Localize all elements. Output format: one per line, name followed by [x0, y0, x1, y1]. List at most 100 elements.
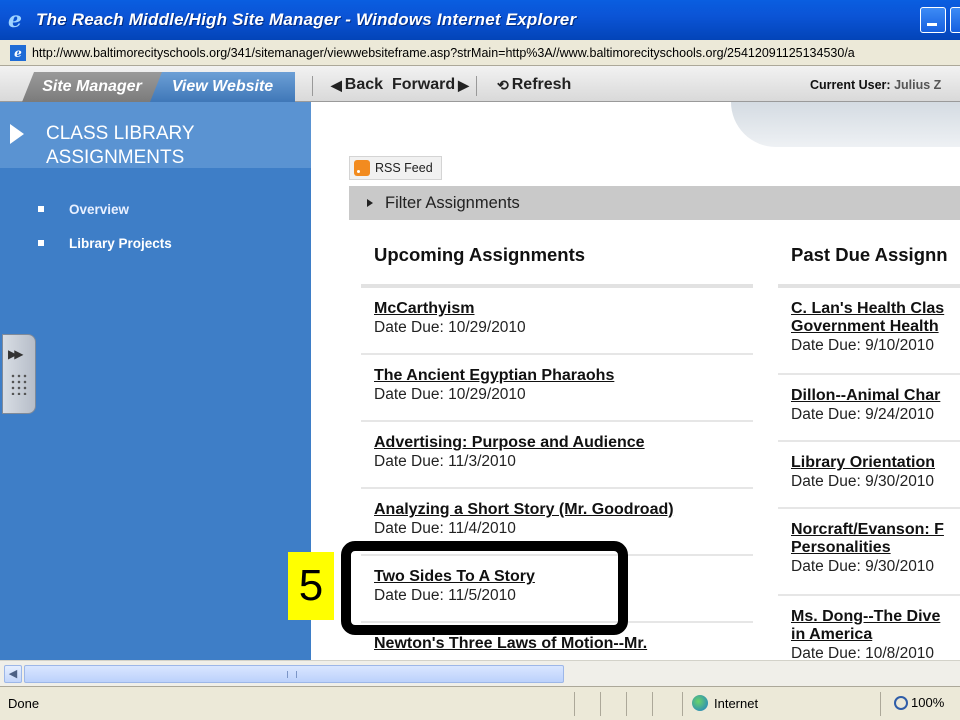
status-text: Done — [8, 696, 40, 711]
horizontal-scrollbar[interactable]: ◀ — [0, 660, 960, 686]
list-item: Norcraft/Evanson: F Personalities Date D… — [791, 521, 944, 576]
play-arrow-icon — [10, 124, 24, 144]
rss-icon — [354, 160, 370, 176]
assignment-link[interactable]: Dillon--Animal Char — [791, 387, 940, 405]
list-item: Analyzing a Short Story (Mr. Goodroad) D… — [374, 501, 674, 538]
status-bar: Done Internet 100% — [0, 686, 960, 720]
toolbar-divider — [312, 76, 313, 96]
address-bar[interactable]: e http://www.baltimorecityschools.org/34… — [0, 40, 960, 66]
status-divider — [682, 692, 683, 716]
list-divider — [778, 440, 960, 442]
forward-button[interactable]: Forward ▶ — [392, 74, 472, 96]
status-divider — [626, 692, 627, 716]
tab-site-manager-label: Site Manager — [42, 78, 142, 95]
assignment-link[interactable]: Advertising: Purpose and Audience — [374, 434, 645, 452]
tab-view-website[interactable]: View Website — [150, 72, 295, 102]
page-icon: e — [10, 44, 26, 61]
filter-assignments-label: Filter Assignments — [385, 193, 520, 212]
refresh-button[interactable]: ⟲ Refresh — [494, 74, 571, 96]
site-manager-toolbar: Site Manager View Website ◀ Back Forward ▶… — [0, 66, 960, 102]
assignment-link[interactable]: The Ancient Egyptian Pharaohs — [374, 367, 614, 385]
security-zone: Internet — [692, 695, 758, 711]
list-item: C. Lan's Health Clas Government Health D… — [791, 300, 944, 355]
maximize-button[interactable] — [950, 7, 960, 33]
sidebar-title: CLASS LIBRARY ASSIGNMENTS — [46, 123, 195, 168]
assignment-due-date: Date Due: 11/3/2010 — [374, 453, 516, 470]
list-item: McCarthyism Date Due: 10/29/2010 — [374, 300, 526, 337]
scroll-left-icon[interactable]: ◀ — [4, 665, 22, 683]
list-item: Dillon--Animal Char Date Due: 9/24/2010 — [791, 387, 940, 424]
minimize-button[interactable] — [920, 7, 946, 33]
scrollbar-thumb[interactable] — [24, 665, 564, 683]
list-divider — [361, 420, 753, 422]
url-field[interactable]: http://www.baltimorecityschools.org/341/… — [32, 46, 960, 60]
sidebar-item-library-projects[interactable]: Library Projects — [38, 226, 172, 260]
toolbar-divider — [476, 76, 477, 96]
sidebar-header: CLASS LIBRARY ASSIGNMENTS — [0, 102, 311, 168]
assignment-due-date: Date Due: 11/4/2010 — [374, 520, 516, 537]
grip-icon — [287, 671, 297, 678]
refresh-label: Refresh — [511, 76, 572, 93]
current-user-name: Julius Z — [894, 78, 942, 92]
sidebar: CLASS LIBRARY ASSIGNMENTS Overview Libra… — [0, 102, 311, 660]
double-arrow-icon: ▶▶ — [8, 347, 24, 361]
expand-arrow-icon — [367, 199, 373, 207]
status-divider — [652, 692, 653, 716]
assignment-link[interactable]: Newton's Three Laws of Motion--Mr. — [374, 635, 647, 653]
list-divider — [778, 373, 960, 375]
assignment-due-date: Date Due: 10/29/2010 — [374, 386, 526, 403]
assignment-link[interactable]: McCarthyism — [374, 300, 526, 318]
zoom-icon — [894, 695, 908, 710]
assignment-link[interactable]: Norcraft/Evanson: F — [791, 521, 944, 539]
tab-site-manager[interactable]: Site Manager — [22, 72, 162, 102]
back-label: Back — [344, 76, 384, 93]
assignment-link-cont[interactable]: Personalities — [791, 539, 944, 557]
grip-icon — [10, 373, 28, 395]
assignment-due-date: Date Due: 9/30/2010 — [791, 473, 935, 490]
list-item: Ms. Dong--The Dive in America Date Due: … — [791, 608, 940, 660]
rss-feed-button[interactable]: RSS Feed — [349, 156, 442, 180]
forward-label: Forward — [392, 76, 456, 93]
assignment-link[interactable]: Library Orientation — [791, 454, 935, 472]
assignment-due-date: Date Due: 10/8/2010 — [791, 645, 935, 660]
back-button[interactable]: ◀ Back — [328, 74, 383, 96]
status-divider — [880, 692, 881, 716]
zoom-control[interactable]: 100% — [894, 695, 944, 710]
upcoming-heading: Upcoming Assignments — [374, 244, 586, 265]
list-divider — [361, 353, 753, 355]
step-number-badge: 5 — [288, 552, 334, 620]
assignment-link[interactable]: Ms. Dong--The Dive — [791, 608, 940, 626]
window-title-bar: e The Reach Middle/High Site Manager - W… — [0, 0, 960, 40]
rss-feed-label: RSS Feed — [375, 161, 433, 175]
refresh-icon: ⟲ — [497, 76, 509, 93]
window-title: The Reach Middle/High Site Manager - Win… — [36, 10, 577, 29]
assignment-link-cont[interactable]: in America — [791, 626, 940, 644]
assignment-due-date: Date Due: 9/10/2010 — [791, 337, 935, 354]
list-item: The Ancient Egyptian Pharaohs Date Due: … — [374, 367, 614, 404]
filter-assignments-toggle[interactable]: Filter Assignments — [349, 186, 960, 220]
assignment-link[interactable]: Analyzing a Short Story (Mr. Goodroad) — [374, 501, 674, 519]
assignment-link[interactable]: C. Lan's Health Clas — [791, 300, 944, 318]
globe-icon — [692, 695, 708, 711]
list-item: Advertising: Purpose and Audience Date D… — [374, 434, 645, 471]
upcoming-rule — [361, 284, 753, 288]
current-user: Current User: Julius Z — [810, 78, 941, 92]
sidebar-collapse-handle[interactable]: ▶▶ — [2, 334, 36, 414]
list-divider — [778, 507, 960, 509]
list-item: Newton's Three Laws of Motion--Mr. — [374, 635, 647, 654]
status-divider — [574, 692, 575, 716]
status-divider — [600, 692, 601, 716]
highlight-callout — [341, 541, 628, 635]
sidebar-item-overview[interactable]: Overview — [38, 192, 172, 226]
assignment-link-cont[interactable]: Government Health — [791, 318, 944, 336]
internet-explorer-icon: e — [8, 7, 22, 33]
header-decoration — [731, 102, 960, 147]
list-item: Library Orientation Date Due: 9/30/2010 — [791, 454, 935, 491]
list-divider — [778, 594, 960, 596]
past-due-rule — [778, 284, 960, 288]
assignment-due-date: Date Due: 10/29/2010 — [374, 319, 526, 336]
sidebar-nav: Overview Library Projects — [38, 192, 172, 260]
tab-view-website-label: View Website — [171, 78, 274, 95]
past-due-heading: Past Due Assignn — [791, 244, 948, 265]
forward-arrow-icon: ▶ — [458, 76, 469, 93]
